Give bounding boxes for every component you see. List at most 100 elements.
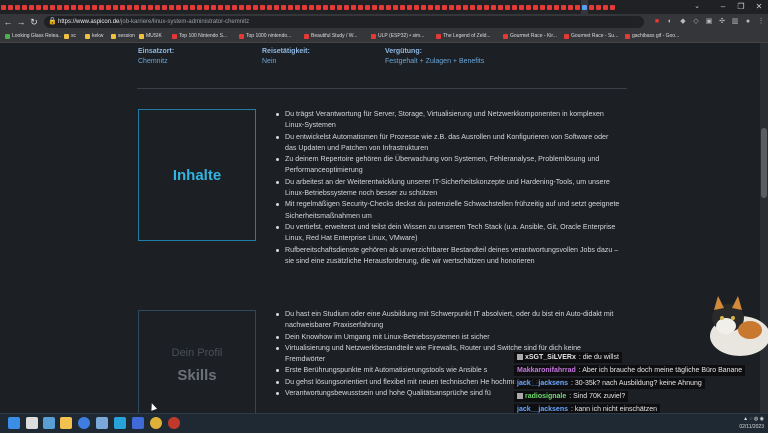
browser-tab[interactable] (399, 0, 406, 14)
browser-tab[interactable] (413, 0, 420, 14)
browser-tab[interactable] (140, 0, 147, 14)
profile-icon[interactable]: ● (743, 17, 753, 27)
browser-tab[interactable] (91, 0, 98, 14)
browser-tab[interactable] (350, 0, 357, 14)
browser-tab[interactable] (70, 0, 77, 14)
browser-tab[interactable] (546, 0, 553, 14)
browser-tab[interactable] (196, 0, 203, 14)
extension-icon[interactable]: ◇ (691, 17, 701, 27)
app-icon[interactable] (114, 417, 126, 429)
browser-tab[interactable] (420, 0, 427, 14)
browser-tab[interactable] (336, 0, 343, 14)
browser-tab[interactable] (245, 0, 252, 14)
browser-tab[interactable] (539, 0, 546, 14)
browser-tab[interactable] (378, 0, 385, 14)
browser-tab[interactable] (518, 0, 525, 14)
reload-icon[interactable]: ↻ (28, 14, 40, 30)
extension-icon[interactable]: ◐ (665, 17, 675, 27)
browser-tab[interactable] (406, 0, 413, 14)
browser-tab[interactable] (231, 0, 238, 14)
discord-icon[interactable] (132, 417, 144, 429)
browser-tab[interactable] (427, 0, 434, 14)
browser-tab[interactable] (476, 0, 483, 14)
close-icon[interactable]: ✕ (750, 0, 768, 14)
obs-icon[interactable] (168, 417, 180, 429)
browser-tab[interactable] (588, 0, 595, 14)
browser-tab[interactable] (273, 0, 280, 14)
browser-tab[interactable] (63, 0, 70, 14)
browser-tab[interactable] (259, 0, 266, 14)
browser-tab[interactable] (322, 0, 329, 14)
browser-tab[interactable] (462, 0, 469, 14)
browser-tab[interactable] (266, 0, 273, 14)
browser-tab[interactable] (84, 0, 91, 14)
bookmark-item[interactable]: kekw (82, 30, 108, 42)
browser-tab[interactable] (126, 0, 133, 14)
bookmark-item[interactable]: The Legend of Zeld... (433, 30, 500, 42)
file-explorer-icon[interactable] (60, 417, 72, 429)
browser-tab[interactable] (504, 0, 511, 14)
bookmark-item[interactable]: sc (61, 30, 82, 42)
browser-tab[interactable] (28, 0, 35, 14)
browser-tab[interactable] (441, 0, 448, 14)
browser-tab[interactable] (280, 0, 287, 14)
bookmark-item[interactable]: gachibass gif - Goo... (622, 30, 685, 42)
bookmark-item[interactable]: ULP (ESP32) • sim... (368, 30, 433, 42)
browser-tab[interactable] (371, 0, 378, 14)
browser-tab[interactable] (56, 0, 63, 14)
search-icon[interactable] (26, 417, 38, 429)
bookmark-item[interactable]: Gourmet Race - Kir... (500, 30, 561, 42)
browser-tab[interactable] (252, 0, 259, 14)
browser-tab[interactable] (7, 0, 14, 14)
maximize-icon[interactable]: ❐ (732, 0, 750, 14)
tab-search-icon[interactable]: ⌄ (690, 0, 704, 14)
browser-tab[interactable] (203, 0, 210, 14)
browser-tab[interactable] (469, 0, 476, 14)
bookmark-item[interactable]: Top 1000 nintendo... (236, 30, 301, 42)
bookmark-item[interactable]: Gourmet Race - Su... (561, 30, 622, 42)
bookmark-item[interactable]: Top 100 Nintendo S... (169, 30, 236, 42)
browser-tab[interactable] (567, 0, 574, 14)
browser-tab[interactable] (595, 0, 602, 14)
extension-icon[interactable]: ■ (652, 17, 662, 27)
system-tray[interactable]: ▲ ◌ ◍ ◉ 02/11/2023 (704, 415, 764, 431)
browser-tab[interactable] (602, 0, 609, 14)
browser-tab[interactable] (224, 0, 231, 14)
browser-tab[interactable] (574, 0, 581, 14)
back-icon[interactable]: ← (2, 14, 14, 30)
browser-tab[interactable] (448, 0, 455, 14)
browser-tab[interactable] (154, 0, 161, 14)
browser-tab[interactable] (455, 0, 462, 14)
browser-tab[interactable] (315, 0, 322, 14)
browser-tab[interactable] (392, 0, 399, 14)
bookmark-item[interactable]: Beautiful Study / W... (301, 30, 368, 42)
puzzle-icon[interactable]: ✣ (717, 17, 727, 27)
browser-tab[interactable] (343, 0, 350, 14)
browser-tab[interactable] (287, 0, 294, 14)
browser-tab[interactable] (553, 0, 560, 14)
browser-tab[interactable] (301, 0, 308, 14)
browser-tab[interactable] (525, 0, 532, 14)
browser-tab[interactable] (560, 0, 567, 14)
browser-tab[interactable] (294, 0, 301, 14)
browser-tab[interactable] (133, 0, 140, 14)
browser-tab[interactable] (609, 0, 616, 14)
browser-tab[interactable] (14, 0, 21, 14)
browser-tab[interactable] (175, 0, 182, 14)
browser-tab[interactable] (112, 0, 119, 14)
browser-tab[interactable] (490, 0, 497, 14)
browser-tab[interactable] (0, 0, 7, 14)
bookmark-item[interactable]: session (108, 30, 136, 42)
extension-icon[interactable]: ▣ (704, 17, 714, 27)
task-view-icon[interactable] (43, 417, 55, 429)
bookmark-item[interactable]: Looking Glass Relea... (0, 30, 61, 42)
browser-tab[interactable] (364, 0, 371, 14)
browser-tab[interactable] (147, 0, 154, 14)
browser-tab[interactable] (35, 0, 42, 14)
browser-tab[interactable] (182, 0, 189, 14)
browser-tab[interactable] (434, 0, 441, 14)
browser-tab[interactable] (497, 0, 504, 14)
scrollbar-thumb[interactable] (761, 128, 767, 198)
browser-tab[interactable] (308, 0, 315, 14)
browser-tab[interactable] (238, 0, 245, 14)
